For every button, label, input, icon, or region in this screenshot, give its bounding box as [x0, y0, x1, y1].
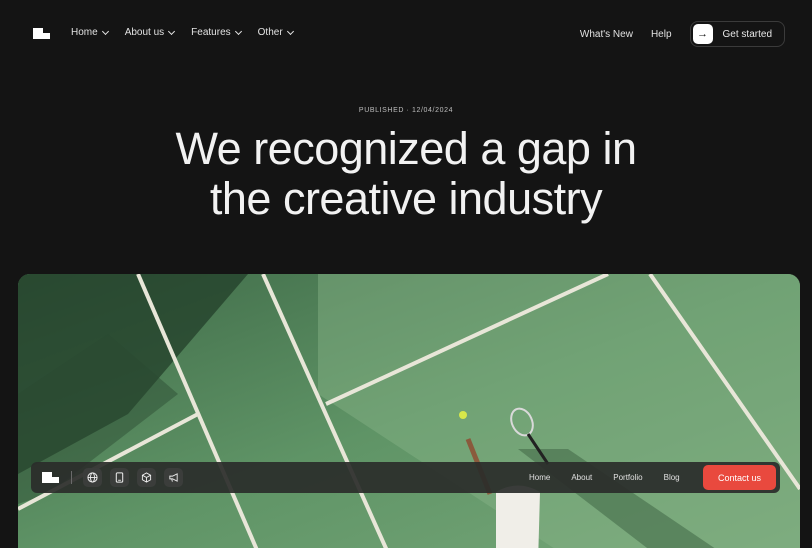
megaphone-icon [169, 473, 178, 482]
chevron-down-icon [286, 27, 294, 35]
whats-new-link[interactable]: What's New [580, 29, 633, 40]
help-link[interactable]: Help [651, 29, 672, 40]
cube-button[interactable] [137, 468, 156, 487]
nav-item-label: Features [191, 27, 231, 38]
top-navigation: Home About us Features Other What's New … [0, 0, 812, 68]
tablet-button[interactable] [110, 468, 129, 487]
contact-us-button[interactable]: Contact us [703, 465, 776, 490]
brand-logo[interactable] [33, 28, 50, 39]
tablet-icon [115, 472, 124, 483]
page-title: We recognized a gap in the creative indu… [0, 124, 812, 224]
nav-item-label: Home [71, 27, 98, 38]
dock-link-about[interactable]: About [571, 473, 592, 482]
published-date: PUBLISHED · 12/04/2024 [358, 107, 454, 114]
nav-item-about-us[interactable]: About us [124, 27, 176, 38]
get-started-label: Get started [722, 28, 772, 40]
secondary-nav: What's New Help → Get started [580, 21, 785, 47]
nav-item-label: About us [124, 27, 165, 38]
main-nav: Home About us Features Other [71, 27, 294, 38]
nav-item-other[interactable]: Other [257, 27, 294, 38]
bottom-dock-toolbar: Home About Portfolio Blog Contact us [31, 462, 780, 493]
globe-button[interactable] [83, 468, 102, 487]
dock-link-blog[interactable]: Blog [664, 473, 680, 482]
hero-image-tennis-court [18, 274, 800, 548]
chevron-down-icon [168, 27, 176, 35]
globe-icon [87, 472, 98, 483]
dock-divider [71, 471, 72, 484]
headline-line-2: the creative industry [209, 173, 603, 224]
cube-icon [141, 472, 152, 483]
nav-item-label: Other [257, 27, 283, 38]
nav-item-features[interactable]: Features [191, 27, 242, 38]
get-started-button[interactable]: → Get started [689, 21, 785, 47]
dock-link-portfolio[interactable]: Portfolio [613, 473, 642, 482]
dock-logo[interactable] [42, 472, 59, 483]
tennis-court-illustration [18, 274, 800, 548]
headline-line-1: We recognized a gap in [175, 123, 637, 174]
nav-item-home[interactable]: Home [71, 27, 109, 38]
chevron-down-icon [234, 27, 242, 35]
dock-nav: Home About Portfolio Blog [529, 473, 680, 482]
chevron-down-icon [101, 27, 109, 35]
dock-link-home[interactable]: Home [529, 473, 550, 482]
megaphone-button[interactable] [164, 468, 183, 487]
arrow-right-icon: → [692, 24, 713, 44]
